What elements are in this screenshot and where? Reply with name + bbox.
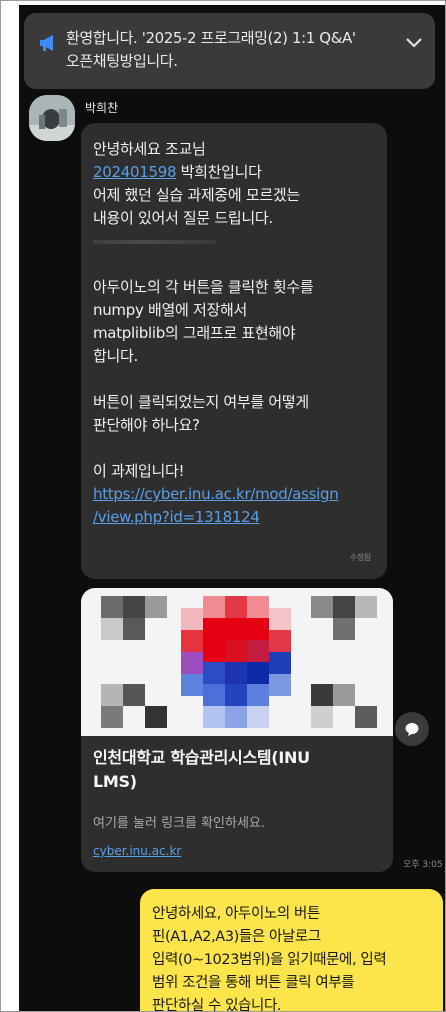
reply-line: 핀(A1,A2,A3)들은 아날로그	[152, 929, 321, 945]
message-bubble[interactable]: 안녕하세요 조교님 202401598 박희찬입니다 어제 했던 실습 과제중에…	[81, 123, 387, 579]
message-line: 이 과제입니다!	[93, 462, 185, 480]
link-preview-description: 여기를 눌러 링크를 확인하세요.	[93, 816, 266, 831]
message-line: 어제 했던 실습 과제중에 모르겠는	[93, 186, 300, 204]
message-time: 오후 3:05	[403, 860, 443, 870]
reply-line: 안녕하세요, 아두이노의 버튼	[152, 906, 320, 922]
message-line: numpy 배열에 저장해서	[93, 301, 247, 319]
link-preview-card[interactable]: 인천대학교 학습관리시스템(INU LMS) 여기를 눌러 링크를 확인하세요.…	[81, 588, 393, 872]
edited-label: 수정됨	[349, 553, 371, 562]
assignment-link[interactable]: https://cyber.inu.ac.kr/mod/assign	[93, 483, 375, 506]
message-text: 박희찬입니다	[176, 163, 262, 181]
link-preview-domain[interactable]: cyber.inu.ac.kr	[93, 844, 181, 858]
screenshot-frame: 환영합니다. '2025-2 프로그래밍(2) 1:1 Q&A' 오픈채팅방입니…	[0, 0, 446, 1012]
reply-line: 입력(0~1023범위)을 읽기때문에, 입력	[152, 952, 387, 968]
share-button[interactable]	[395, 712, 429, 746]
assignment-link-cont[interactable]: /view.php?id=1318124	[93, 506, 375, 529]
chat-bubble-icon	[405, 723, 419, 736]
link-preview-title: 인천대학교 학습관리시스템(INU LMS)	[93, 746, 383, 794]
reply-bubble[interactable]: 안녕하세요, 아두이노의 버튼 핀(A1,A2,A3)들은 아날로그 입력(0~…	[140, 889, 443, 1012]
student-id-link[interactable]: 202401598	[93, 163, 177, 181]
message-line: 버튼이 클릭되었는지 여부를 어떻게	[93, 393, 309, 411]
chat-screen: 환영합니다. '2025-2 프로그래밍(2) 1:1 Q&A' 오픈채팅방입니…	[19, 5, 445, 1012]
message-line: 202401598 박희찬입니다	[93, 161, 375, 184]
message-line: 안녕하세요 조교님	[93, 140, 206, 158]
megaphone-icon	[40, 35, 53, 51]
announcement-line-1: 환영합니다. '2025-2 프로그래밍(2) 1:1 Q&A'	[66, 29, 356, 47]
avatar[interactable]	[29, 95, 75, 141]
link-preview-title-line-1: 인천대학교 학습관리시스템(INU	[93, 748, 310, 767]
link-preview-image	[81, 588, 393, 736]
redacted-line	[93, 230, 375, 253]
reply-line: 판단하실 수 있습니다.	[152, 998, 282, 1012]
announcement-bar[interactable]: 환영합니다. '2025-2 프로그래밍(2) 1:1 Q&A' 오픈채팅방입니…	[24, 13, 435, 89]
announcement-text: 환영합니다. '2025-2 프로그래밍(2) 1:1 Q&A' 오픈채팅방입니…	[66, 27, 366, 73]
link-preview-title-line-2: LMS)	[93, 772, 137, 791]
message-line: 합니다.	[93, 347, 138, 365]
message-line: 내용이 있어서 질문 드립니다.	[93, 209, 273, 227]
reply-line: 범위 조건을 통해 버튼 클릭 여부를	[152, 975, 355, 991]
avatar-photo	[29, 95, 75, 141]
message-line: 판단해야 하나요?	[93, 416, 200, 434]
message-line: 아두이노의 각 버튼을 클릭한 횟수를	[93, 278, 314, 296]
message-line: matpliblib의 그래프로 표현해야	[93, 324, 296, 342]
sender-name: 박희찬	[85, 101, 119, 115]
announcement-line-2: 오픈채팅방입니다.	[66, 52, 178, 70]
chevron-down-icon[interactable]	[405, 36, 423, 50]
